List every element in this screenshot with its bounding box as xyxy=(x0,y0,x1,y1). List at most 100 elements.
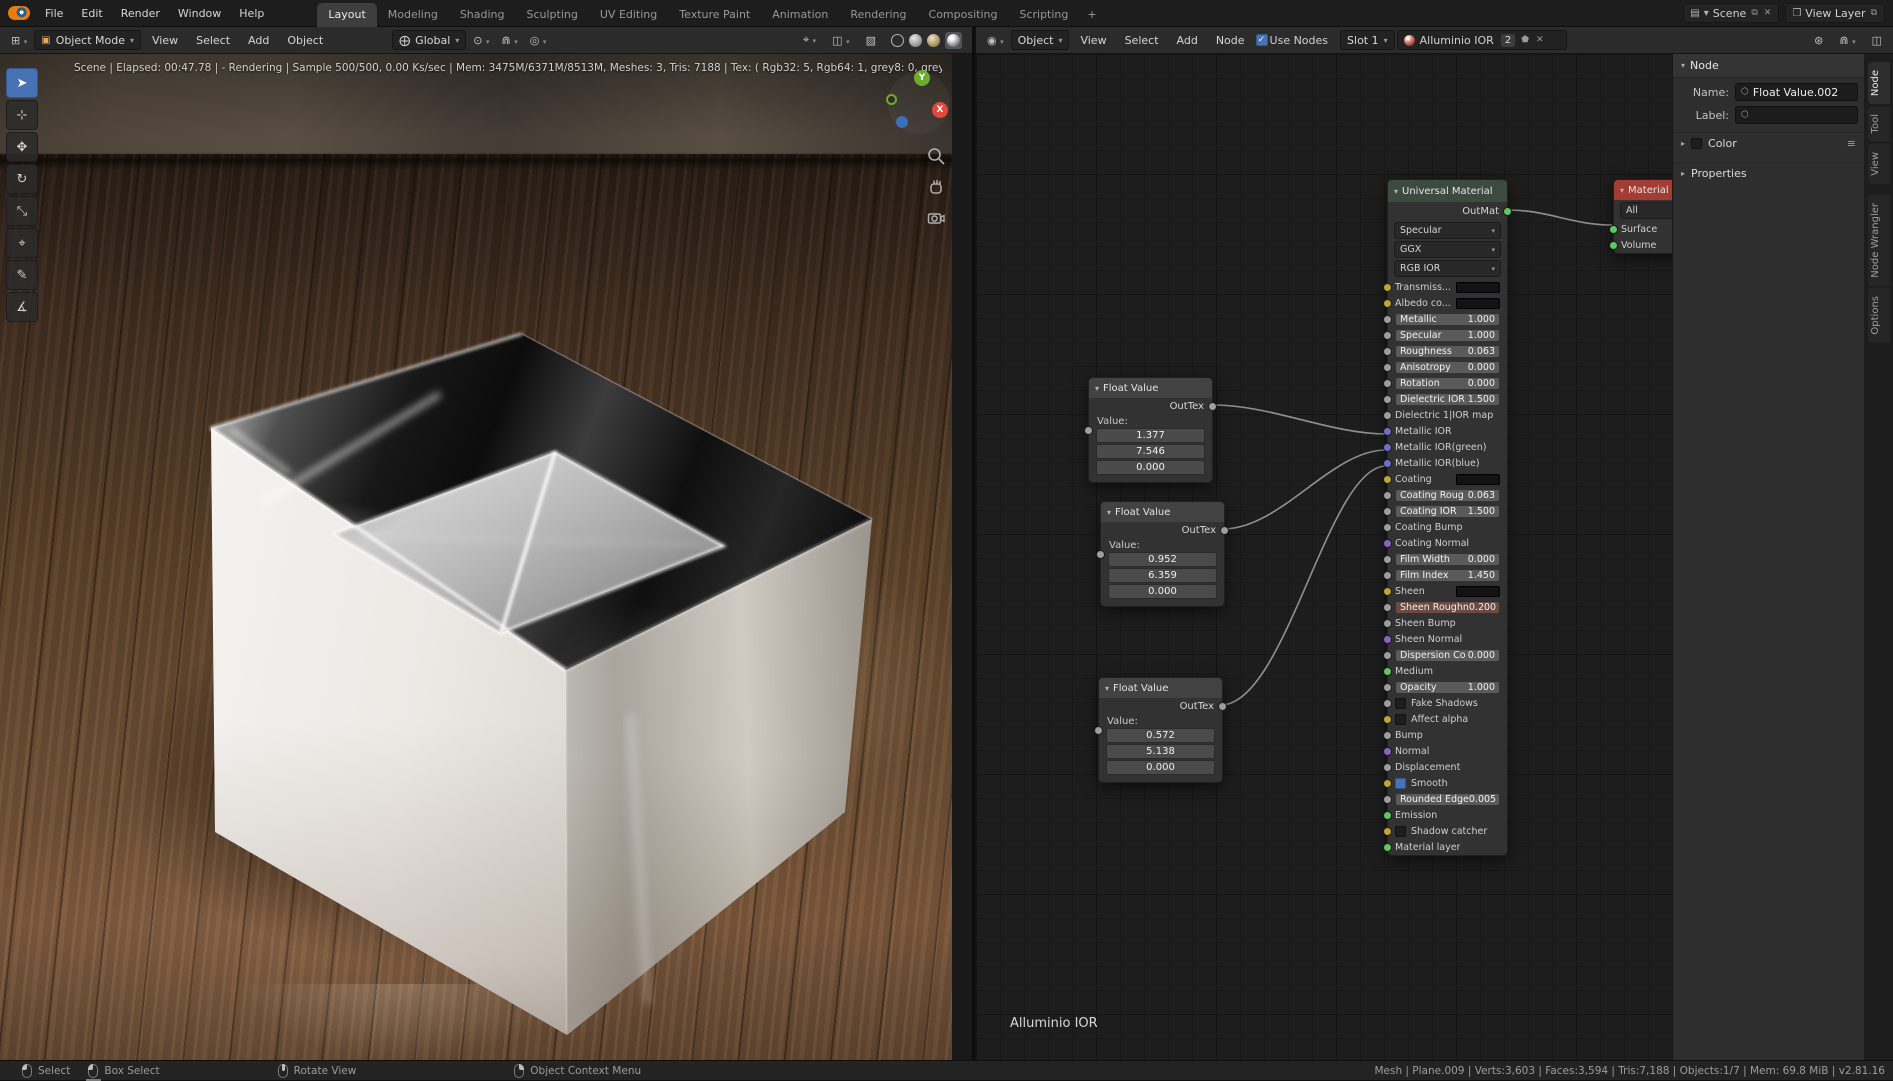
node-label-field[interactable]: ⬡ xyxy=(1735,106,1858,124)
editor-type-shader-icon[interactable]: ◉ ▾ xyxy=(982,32,1009,49)
properties-section[interactable]: ▸ Properties xyxy=(1673,162,1864,184)
snap-magnet-icon[interactable]: ⋒ ▾ xyxy=(497,32,523,49)
slider-roughness[interactable]: Roughness0.063 xyxy=(1395,345,1500,358)
node-canvas[interactable]: ▾Float Value OutTex Value: 1.3777.5460.0… xyxy=(976,54,1893,1060)
viewport-menu-object[interactable]: Object xyxy=(278,30,332,51)
float-value-node-3[interactable]: ▾Float Value OutTex Value: 0.5725.1380.0… xyxy=(1098,677,1223,783)
workspace-tab-compositing[interactable]: Compositing xyxy=(918,3,1009,27)
socket-transmiss[interactable] xyxy=(1383,283,1392,292)
socket-dielectric-1-ior-map[interactable] xyxy=(1383,411,1392,420)
socket-rounded-edge[interactable] xyxy=(1383,795,1392,804)
socket-metallic-ior-blue[interactable] xyxy=(1383,459,1392,468)
checkbox-shadow-catcher[interactable] xyxy=(1395,826,1406,837)
gizmo-neg-axis[interactable] xyxy=(886,94,897,105)
overlays-toggle-icon[interactable]: ◫ ▾ xyxy=(827,32,854,49)
value-input-socket[interactable] xyxy=(1084,426,1093,435)
menu-render[interactable]: Render xyxy=(112,3,169,24)
socket-sheen-bump[interactable] xyxy=(1383,619,1392,628)
slider-rotation[interactable]: Rotation0.000 xyxy=(1395,377,1500,390)
socket-roughness[interactable] xyxy=(1383,347,1392,356)
socket-sheen-roughn[interactable] xyxy=(1383,603,1392,612)
material-name-field[interactable]: Alluminio IOR 2 ⬟ ✕ xyxy=(1397,30,1567,50)
outtex-socket[interactable] xyxy=(1220,526,1229,535)
tool-scale[interactable]: ⤡ xyxy=(6,196,38,226)
unlink-scene-icon[interactable]: ✕ xyxy=(1763,8,1773,18)
socket-rotation[interactable] xyxy=(1383,379,1392,388)
color-swatch-transmiss[interactable] xyxy=(1456,282,1500,293)
value-field[interactable]: 0.000 xyxy=(1108,584,1217,599)
socket-shadow-catcher[interactable] xyxy=(1383,827,1392,836)
overlays-node-icon[interactable]: ◫ xyxy=(1867,32,1887,49)
socket-film-width[interactable] xyxy=(1383,555,1392,564)
workspace-tab-texture-paint[interactable]: Texture Paint xyxy=(668,3,761,27)
workspace-tab-sculpting[interactable]: Sculpting xyxy=(516,3,589,27)
sidebar-tab-options[interactable]: Options xyxy=(1868,288,1890,343)
material-users-count[interactable]: 2 xyxy=(1501,34,1515,47)
gizmo-y-axis[interactable]: Y xyxy=(914,70,930,86)
value-input-socket[interactable] xyxy=(1094,726,1103,735)
socket-displacement[interactable] xyxy=(1383,763,1392,772)
pin-icon[interactable]: ⊛ xyxy=(1809,32,1828,49)
socket-bump[interactable] xyxy=(1383,731,1392,740)
float-value-node-1[interactable]: ▾Float Value OutTex Value: 1.3777.5460.0… xyxy=(1088,377,1213,483)
value-field[interactable]: 7.546 xyxy=(1096,444,1205,459)
zoom-icon[interactable] xyxy=(926,146,946,166)
viewport-menu-view[interactable]: View xyxy=(143,30,187,51)
color-checkbox[interactable] xyxy=(1691,138,1702,149)
node-name-field[interactable]: ⬡ Float Value.002 xyxy=(1735,83,1858,101)
tool-measure[interactable]: ∡ xyxy=(6,292,38,322)
socket-metallic-ior-green[interactable] xyxy=(1383,443,1392,452)
color-swatch-coating[interactable] xyxy=(1456,474,1500,485)
socket-coating[interactable] xyxy=(1383,475,1392,484)
shader-menu-node[interactable]: Node xyxy=(1207,30,1254,51)
collapse-icon[interactable]: ▾ xyxy=(1095,384,1099,393)
mode-dropdown[interactable]: ▣ Object Mode ▾ xyxy=(34,30,141,50)
shading-material-icon[interactable] xyxy=(927,34,940,47)
workspace-tab-shading[interactable]: Shading xyxy=(449,3,516,27)
dropdown-specular[interactable]: Specular▾ xyxy=(1394,222,1501,239)
checkbox-fake-shadows[interactable] xyxy=(1395,698,1406,709)
tool-rotate[interactable]: ↻ xyxy=(6,164,38,194)
socket-albedo-co[interactable] xyxy=(1383,299,1392,308)
socket-metallic[interactable] xyxy=(1383,315,1392,324)
collapse-icon[interactable]: ▾ xyxy=(1105,684,1109,693)
menu-file[interactable]: File xyxy=(36,3,72,24)
workspace-tab-modeling[interactable]: Modeling xyxy=(377,3,449,27)
color-section[interactable]: ▸ Color ≡ xyxy=(1673,132,1864,154)
slider-sheen-roughn[interactable]: Sheen Roughn0.200 xyxy=(1395,601,1500,614)
socket-metallic-ior[interactable] xyxy=(1383,427,1392,436)
gizmo-x-axis[interactable]: X xyxy=(932,102,948,118)
socket-anisotropy[interactable] xyxy=(1383,363,1392,372)
collapse-icon[interactable]: ▾ xyxy=(1394,187,1398,196)
view-layer-selector[interactable]: ❐ View Layer ⧉ xyxy=(1785,3,1885,23)
tool-tweak-select[interactable]: ➤ xyxy=(6,68,38,98)
workspace-tab-rendering[interactable]: Rendering xyxy=(839,3,917,27)
shading-wireframe-icon[interactable] xyxy=(891,34,904,47)
add-workspace-button[interactable]: + xyxy=(1079,3,1104,27)
value-field[interactable]: 6.359 xyxy=(1108,568,1217,583)
socket-volume[interactable] xyxy=(1609,241,1618,250)
checkbox-affect-alpha[interactable] xyxy=(1395,714,1406,725)
menu-edit[interactable]: Edit xyxy=(72,3,111,24)
socket-smooth[interactable] xyxy=(1383,779,1392,788)
use-nodes-checkbox[interactable] xyxy=(1256,34,1268,46)
slider-rounded-edge[interactable]: Rounded Edge0.005 xyxy=(1395,793,1500,806)
blender-logo-icon[interactable] xyxy=(8,6,30,20)
socket-emission[interactable] xyxy=(1383,811,1392,820)
color-swatch-sheen[interactable] xyxy=(1456,586,1500,597)
slider-opacity[interactable]: Opacity1.000 xyxy=(1395,681,1500,694)
socket-coating-bump[interactable] xyxy=(1383,523,1392,532)
orientation-dropdown[interactable]: ⨁ Global ▾ xyxy=(392,30,466,50)
socket-sheen-normal[interactable] xyxy=(1383,635,1392,644)
shader-type-dropdown[interactable]: Object ▾ xyxy=(1011,30,1070,50)
gizmo-z-axis[interactable] xyxy=(896,116,908,128)
gizmo-toggle-icon[interactable]: ⌖ ▾ xyxy=(798,31,821,49)
shader-menu-view[interactable]: View xyxy=(1071,30,1115,51)
slider-anisotropy[interactable]: Anisotropy0.000 xyxy=(1395,361,1500,374)
navigation-gizmo[interactable]: X Y xyxy=(888,72,950,134)
sidebar-tab-tool[interactable]: Tool xyxy=(1868,106,1890,141)
viewport-menu-add[interactable]: Add xyxy=(239,30,278,51)
snap-node-icon[interactable]: ⋒ ▾ xyxy=(1834,32,1860,49)
socket-coating-normal[interactable] xyxy=(1383,539,1392,548)
outmat-socket[interactable] xyxy=(1503,207,1512,216)
